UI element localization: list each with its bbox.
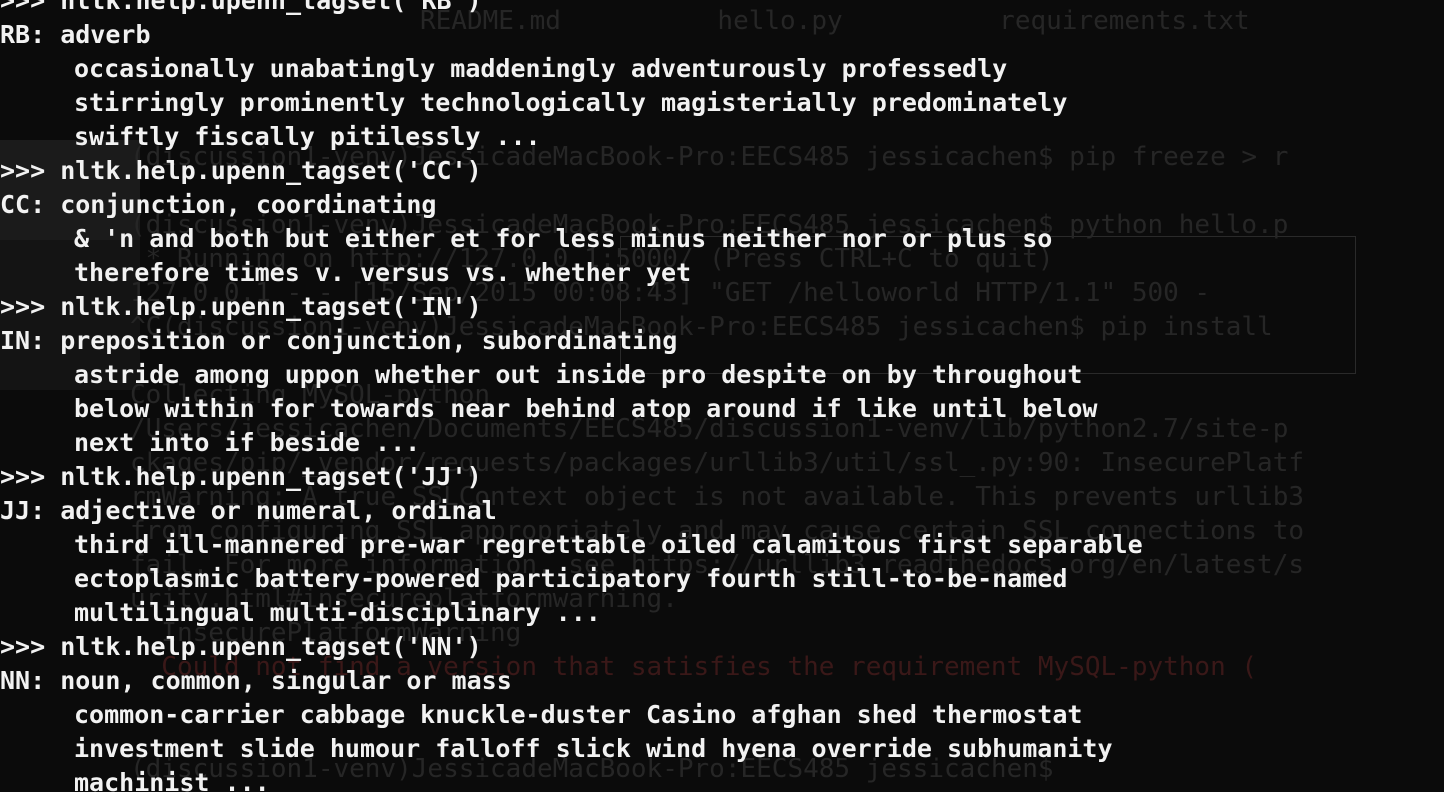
- tag-heading: NN: noun, common, singular or mass: [0, 666, 512, 695]
- example-line: therefore times v. versus vs. whether ye…: [0, 256, 1444, 290]
- prompt-line: >>> nltk.help.upenn_tagset('IN'): [0, 292, 482, 321]
- tag-heading: IN: preposition or conjunction, subordin…: [0, 326, 678, 355]
- example-line: machinist ...: [0, 766, 1444, 792]
- example-text: common-carrier cabbage knuckle-duster Ca…: [74, 700, 1083, 729]
- tag-heading: CC: conjunction, coordinating: [0, 190, 437, 219]
- tag-heading: JJ: adjective or numeral, ordinal: [0, 496, 497, 525]
- example-line: next into if beside ...: [0, 426, 1444, 460]
- example-text: below within for towards near behind ato…: [74, 394, 1098, 423]
- example-line: multilingual multi-disciplinary ...: [0, 596, 1444, 630]
- example-line: common-carrier cabbage knuckle-duster Ca…: [0, 698, 1444, 732]
- prompt-line: >>> nltk.help.upenn_tagset('JJ'): [0, 462, 482, 491]
- terminal-window: README.md hello.py requirements.txt (dis…: [0, 0, 1444, 792]
- example-text: swiftly fiscally pitilessly ...: [74, 122, 541, 151]
- prompt-line: >>> nltk.help.upenn_tagset('NN'): [0, 632, 482, 661]
- example-text: & 'n and both but either et for less min…: [74, 224, 1053, 253]
- example-line: ectoplasmic battery-powered participator…: [0, 562, 1444, 596]
- example-text: investment slide humour falloff slick wi…: [74, 734, 1113, 763]
- example-line: swiftly fiscally pitilessly ...: [0, 120, 1444, 154]
- example-text: ectoplasmic battery-powered participator…: [74, 564, 1068, 593]
- terminal-output[interactable]: >>> nltk.help.upenn_tagset('RB') RB: adv…: [0, 0, 1444, 792]
- example-text: next into if beside ...: [74, 428, 421, 457]
- prompt-line: >>> nltk.help.upenn_tagset('RB'): [0, 0, 482, 15]
- example-line: occasionally unabatingly maddeningly adv…: [0, 52, 1444, 86]
- example-line: investment slide humour falloff slick wi…: [0, 732, 1444, 766]
- example-text: occasionally unabatingly maddeningly adv…: [74, 54, 1008, 83]
- example-line: third ill-mannered pre-war regrettable o…: [0, 528, 1444, 562]
- example-text: multilingual multi-disciplinary ...: [74, 598, 601, 627]
- example-text: machinist ...: [74, 768, 270, 792]
- example-text: therefore times v. versus vs. whether ye…: [74, 258, 692, 287]
- example-line: below within for towards near behind ato…: [0, 392, 1444, 426]
- example-line: & 'n and both but either et for less min…: [0, 222, 1444, 256]
- example-line: stirringly prominently technologically m…: [0, 86, 1444, 120]
- example-text: third ill-mannered pre-war regrettable o…: [74, 530, 1143, 559]
- tag-heading: RB: adverb: [0, 20, 151, 49]
- prompt-line: >>> nltk.help.upenn_tagset('CC'): [0, 156, 482, 185]
- example-line: astride among uppon whether out inside p…: [0, 358, 1444, 392]
- example-text: stirringly prominently technologically m…: [74, 88, 1068, 117]
- example-text: astride among uppon whether out inside p…: [74, 360, 1083, 389]
